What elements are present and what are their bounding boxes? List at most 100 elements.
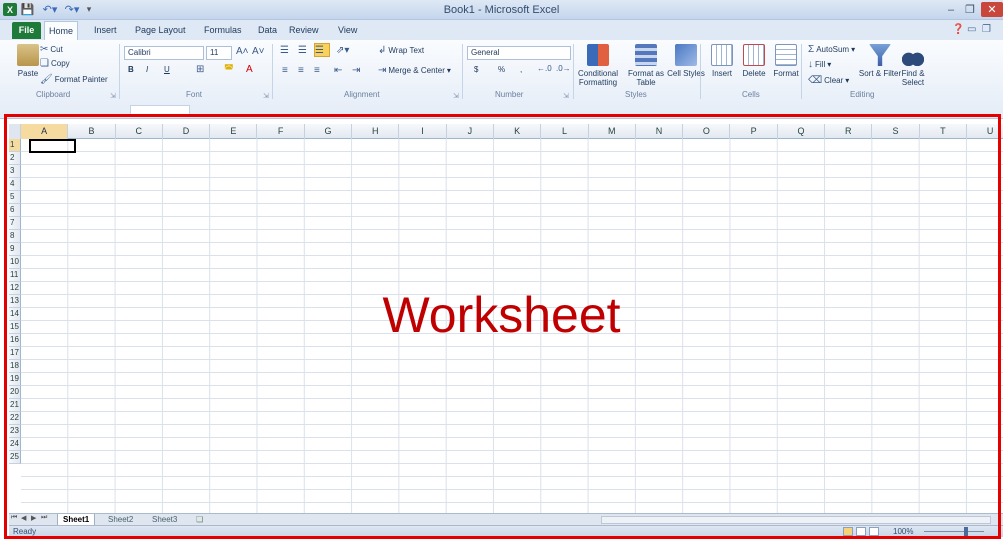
fill-color-button[interactable]: ◚: [224, 64, 234, 75]
grow-font-button[interactable]: A˄: [236, 46, 249, 57]
row-header-20[interactable]: 20: [9, 386, 21, 399]
column-header-q[interactable]: Q: [778, 124, 826, 139]
align-center-button[interactable]: ≡: [298, 65, 304, 76]
zoom-slider[interactable]: [924, 531, 984, 532]
first-sheet-icon[interactable]: ⏮: [11, 514, 17, 522]
column-header-s[interactable]: S: [872, 124, 920, 139]
percent-button[interactable]: %: [498, 65, 505, 74]
tab-review[interactable]: Review: [289, 25, 319, 35]
column-header-h[interactable]: H: [352, 124, 400, 139]
number-dialog-launcher-icon[interactable]: ⇲: [563, 92, 569, 100]
row-header-3[interactable]: 3: [9, 165, 21, 178]
clipboard-dialog-launcher-icon[interactable]: ⇲: [110, 92, 116, 100]
column-header-u[interactable]: U: [967, 124, 1003, 139]
orientation-button[interactable]: ⇗▾: [336, 45, 349, 56]
restore-button[interactable]: ❐: [962, 2, 978, 17]
row-header-5[interactable]: 5: [9, 191, 21, 204]
cut-button[interactable]: ✂ Cut: [40, 44, 63, 55]
increase-decimal-button[interactable]: ←.0: [537, 64, 552, 73]
comma-button[interactable]: ,: [520, 65, 522, 74]
copy-button[interactable]: ❏ Copy: [40, 58, 70, 69]
row-header-2[interactable]: 2: [9, 152, 21, 165]
row-header-10[interactable]: 10: [9, 256, 21, 269]
align-left-button[interactable]: ≡: [282, 65, 288, 76]
row-header-25[interactable]: 25: [9, 451, 21, 464]
column-header-t[interactable]: T: [920, 124, 967, 139]
column-header-b[interactable]: B: [68, 124, 116, 139]
shrink-font-button[interactable]: A˅: [252, 46, 265, 57]
row-header-16[interactable]: 16: [9, 334, 21, 347]
row-header-8[interactable]: 8: [9, 230, 21, 243]
tab-page-layout[interactable]: Page Layout: [135, 25, 186, 35]
minimize-button[interactable]: –: [943, 2, 959, 17]
find-select-button[interactable]: Find & Select: [893, 44, 933, 102]
font-dialog-launcher-icon[interactable]: ⇲: [263, 92, 269, 100]
column-header-k[interactable]: K: [494, 124, 542, 139]
column-header-p[interactable]: P: [731, 124, 778, 139]
italic-button[interactable]: I: [146, 65, 148, 74]
column-header-i[interactable]: I: [399, 124, 447, 139]
align-top-button[interactable]: ☰: [280, 45, 289, 56]
column-header-c[interactable]: C: [116, 124, 163, 139]
row-header-7[interactable]: 7: [9, 217, 21, 230]
decrease-decimal-button[interactable]: .0→: [556, 64, 571, 73]
align-middle-button[interactable]: ☰: [298, 45, 307, 56]
alignment-dialog-launcher-icon[interactable]: ⇲: [453, 92, 459, 100]
font-name-select[interactable]: Calibri: [124, 46, 204, 60]
conditional-formatting-button[interactable]: Conditional Formatting: [578, 44, 618, 102]
tab-formulas[interactable]: Formulas: [204, 25, 242, 35]
help-icon[interactable]: ❓: [952, 24, 964, 35]
row-header-6[interactable]: 6: [9, 204, 21, 217]
font-size-select[interactable]: 11: [206, 46, 232, 60]
page-break-view-icon[interactable]: [869, 527, 879, 536]
column-header-l[interactable]: L: [541, 124, 589, 139]
fill-button[interactable]: ↓ Fill ▾: [808, 59, 831, 70]
row-header-1[interactable]: 1: [9, 139, 21, 152]
column-header-r[interactable]: R: [825, 124, 873, 139]
prev-sheet-icon[interactable]: ◀: [21, 514, 26, 522]
row-header-19[interactable]: 19: [9, 373, 21, 386]
row-header-24[interactable]: 24: [9, 438, 21, 451]
row-header-18[interactable]: 18: [9, 360, 21, 373]
column-header-j[interactable]: J: [447, 124, 494, 139]
borders-button[interactable]: ⊞: [196, 64, 204, 75]
last-sheet-icon[interactable]: ⏭: [41, 514, 47, 522]
clear-button[interactable]: ⌫ Clear ▾: [808, 75, 849, 86]
row-header-17[interactable]: 17: [9, 347, 21, 360]
row-header-11[interactable]: 11: [9, 269, 21, 282]
active-cell-a1[interactable]: [29, 139, 76, 153]
currency-button[interactable]: $: [474, 65, 478, 74]
format-cells-button[interactable]: Format: [766, 44, 806, 102]
decrease-indent-button[interactable]: ⇤: [334, 65, 342, 76]
row-header-13[interactable]: 13: [9, 295, 21, 308]
column-header-m[interactable]: M: [589, 124, 636, 139]
column-header-e[interactable]: E: [210, 124, 258, 139]
tab-data[interactable]: Data: [258, 25, 277, 35]
font-color-button[interactable]: A: [246, 64, 253, 75]
tab-view[interactable]: View: [338, 25, 357, 35]
next-sheet-icon[interactable]: ▶: [31, 514, 36, 522]
row-header-21[interactable]: 21: [9, 399, 21, 412]
column-header-n[interactable]: N: [636, 124, 684, 139]
normal-view-icon[interactable]: [843, 527, 853, 536]
row-header-23[interactable]: 23: [9, 425, 21, 438]
column-header-g[interactable]: G: [305, 124, 353, 139]
align-right-button[interactable]: ≡: [314, 65, 320, 76]
horizontal-scrollbar[interactable]: [601, 516, 991, 524]
column-header-f[interactable]: F: [258, 124, 305, 139]
row-header-12[interactable]: 12: [9, 282, 21, 295]
window-restore-icon[interactable]: ❐: [982, 24, 991, 35]
row-header-9[interactable]: 9: [9, 243, 21, 256]
column-header-a[interactable]: A: [21, 124, 69, 139]
zoom-slider-thumb[interactable]: [964, 527, 968, 536]
tab-file[interactable]: File: [12, 22, 41, 39]
align-bottom-button[interactable]: ☰: [314, 43, 330, 57]
row-header-15[interactable]: 15: [9, 321, 21, 334]
row-header-14[interactable]: 14: [9, 308, 21, 321]
column-header-d[interactable]: D: [163, 124, 211, 139]
page-layout-view-icon[interactable]: [856, 527, 866, 536]
bold-button[interactable]: B: [128, 65, 134, 74]
autosum-button[interactable]: Σ AutoSum ▾: [808, 44, 855, 55]
worksheet-grid[interactable]: ABCDEFGHIJKLMNOPQRSTU 1 2 3 4 5 6 7 8 9 10 11 12 13 1…: [9, 124, 1003, 513]
format-painter-button[interactable]: 🖌 Format Painter: [40, 74, 108, 85]
